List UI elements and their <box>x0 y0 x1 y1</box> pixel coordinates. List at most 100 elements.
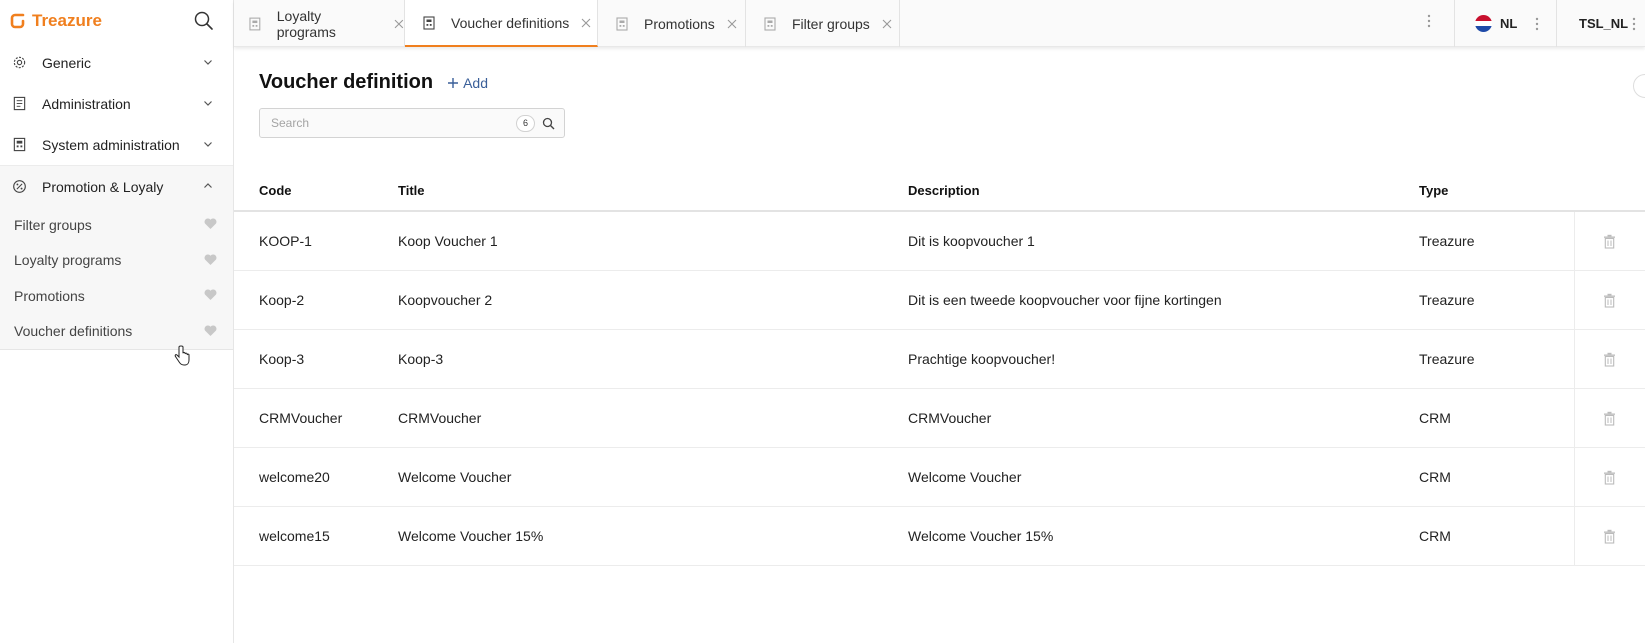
table-header-row: Code Title Description Type <box>234 170 1645 212</box>
tab-label: Loyalty programs <box>276 7 336 40</box>
cell-actions <box>1573 270 1645 330</box>
more-vertical-icon[interactable] <box>1632 17 1636 31</box>
sidebar-subitem-loyalty-programs[interactable]: Loyalty programs <box>0 243 233 279</box>
trash-icon[interactable] <box>1603 411 1616 426</box>
table-row[interactable]: welcome15 Welcome Voucher 15% Welcome Vo… <box>234 506 1645 566</box>
cell-code: Koop-3 <box>234 329 398 389</box>
cell-description: Welcome Voucher <box>908 447 1419 507</box>
cell-title: Welcome Voucher <box>398 447 908 507</box>
search-input[interactable] <box>260 109 516 137</box>
cell-code: welcome15 <box>234 506 398 566</box>
cell-description: Dit is koopvoucher 1 <box>908 211 1419 271</box>
cell-type: Treazure <box>1419 270 1574 330</box>
column-header-type[interactable]: Type <box>1419 170 1574 212</box>
calculator-icon <box>764 16 776 31</box>
treazure-logo-icon <box>10 13 25 29</box>
trash-icon[interactable] <box>1603 352 1616 367</box>
trash-icon[interactable] <box>1603 470 1616 485</box>
main-content: Voucher definition Add 6 Code Title Desc… <box>234 47 1645 643</box>
sidebar-group-promotion-loyalty: Promotion & Loyaly Filter groups Loyalty… <box>0 165 233 350</box>
table-row[interactable]: CRMVoucher CRMVoucher CRMVoucher CRM <box>234 388 1645 448</box>
voucher-table: Code Title Description Type KOOP-1 Koop … <box>234 170 1645 566</box>
cell-type: CRM <box>1419 388 1574 448</box>
more-vertical-icon[interactable] <box>1427 14 1431 28</box>
tab-label: Voucher definitions <box>451 14 570 31</box>
cell-actions <box>1573 447 1645 507</box>
sidebar-item-label: System administration <box>42 136 180 153</box>
close-icon[interactable] <box>727 19 737 29</box>
heart-icon[interactable] <box>204 324 217 337</box>
trash-icon[interactable] <box>1603 234 1616 249</box>
sidebar-item-label: Administration <box>42 95 131 112</box>
sidebar-subitem-voucher-definitions[interactable]: Voucher definitions <box>0 314 233 350</box>
sidebar: Treazure Generic Administration System a… <box>0 0 234 643</box>
cell-actions <box>1573 388 1645 448</box>
user-menu[interactable]: TSL_NL <box>1556 0 1645 47</box>
cell-actions <box>1573 329 1645 389</box>
tab-loyalty-programs[interactable]: Loyalty programs <box>234 0 405 47</box>
sidebar-subitem-filter-groups[interactable]: Filter groups <box>0 207 233 243</box>
chevron-down-icon <box>204 142 212 147</box>
cell-type: CRM <box>1419 447 1574 507</box>
cell-actions <box>1573 506 1645 566</box>
trash-icon[interactable] <box>1603 293 1616 308</box>
sidebar-item-generic[interactable]: Generic <box>0 42 233 83</box>
brand[interactable]: Treazure <box>0 0 233 42</box>
cell-type: Treazure <box>1419 211 1574 271</box>
search-icon[interactable] <box>193 10 215 32</box>
result-count-badge: 6 <box>516 114 535 132</box>
brand-name: Treazure <box>32 11 102 30</box>
tab-voucher-definitions[interactable]: Voucher definitions <box>405 0 598 47</box>
page-title: Voucher definition <box>259 71 434 93</box>
tab-promotions[interactable]: Promotions <box>598 0 746 47</box>
column-header-code[interactable]: Code <box>234 170 398 212</box>
calculator-icon <box>423 15 435 30</box>
table-row[interactable]: Koop-2 Koopvoucher 2 Dit is een tweede k… <box>234 270 1645 330</box>
heart-icon[interactable] <box>204 218 217 230</box>
percent-badge-icon <box>13 180 26 193</box>
table-row[interactable]: welcome20 Welcome Voucher Welcome Vouche… <box>234 447 1645 507</box>
chevron-down-icon <box>204 101 212 106</box>
cell-type: CRM <box>1419 506 1574 566</box>
netherlands-flag-icon <box>1475 15 1492 32</box>
sidebar-item-system-administration[interactable]: System administration <box>0 124 233 165</box>
column-header-title[interactable]: Title <box>398 170 908 212</box>
sidebar-item-promotion-loyalty[interactable]: Promotion & Loyaly <box>0 166 233 207</box>
sidebar-item-administration[interactable]: Administration <box>0 83 233 124</box>
calculator-icon <box>616 16 628 31</box>
sidebar-subitem-label: Promotions <box>14 287 85 304</box>
column-header-description[interactable]: Description <box>908 170 1419 212</box>
plus-icon <box>448 77 459 88</box>
heart-icon[interactable] <box>204 253 217 266</box>
close-icon[interactable] <box>581 18 591 28</box>
chevron-down-icon <box>204 60 212 65</box>
hand-cursor-icon <box>174 345 190 366</box>
document-icon <box>13 96 26 111</box>
table-row[interactable]: KOOP-1 Koop Voucher 1 Dit is koopvoucher… <box>234 211 1645 271</box>
add-button-label: Add <box>463 74 488 91</box>
more-vertical-icon[interactable] <box>1535 17 1539 31</box>
cell-code: welcome20 <box>234 447 398 507</box>
table-row[interactable]: Koop-3 Koop-3 Prachtige koopvoucher! Tre… <box>234 329 1645 389</box>
cell-title: Koopvoucher 2 <box>398 270 908 330</box>
search-icon[interactable] <box>542 117 555 130</box>
cell-title: Koop Voucher 1 <box>398 211 908 271</box>
tab-label: Filter groups <box>792 15 870 32</box>
sidebar-subitem-label: Loyalty programs <box>14 252 122 269</box>
sidebar-subitem-promotions[interactable]: Promotions <box>0 278 233 314</box>
close-icon[interactable] <box>882 19 892 29</box>
cell-description: Dit is een tweede koopvoucher voor fijne… <box>908 270 1419 330</box>
cell-actions <box>1573 211 1645 271</box>
trash-icon[interactable] <box>1603 529 1616 544</box>
close-icon[interactable] <box>394 19 404 29</box>
user-name: TSL_NL <box>1579 16 1629 31</box>
cell-title: Welcome Voucher 15% <box>398 506 908 566</box>
cell-code: CRMVoucher <box>234 388 398 448</box>
language-selector[interactable]: NL <box>1454 0 1556 47</box>
add-button[interactable]: Add <box>447 75 488 91</box>
calculator-icon <box>249 17 261 30</box>
panel-collapse-handle[interactable] <box>1633 74 1645 98</box>
cell-description: Prachtige koopvoucher! <box>908 329 1419 389</box>
tab-filter-groups[interactable]: Filter groups <box>746 0 900 47</box>
heart-icon[interactable] <box>204 289 217 301</box>
